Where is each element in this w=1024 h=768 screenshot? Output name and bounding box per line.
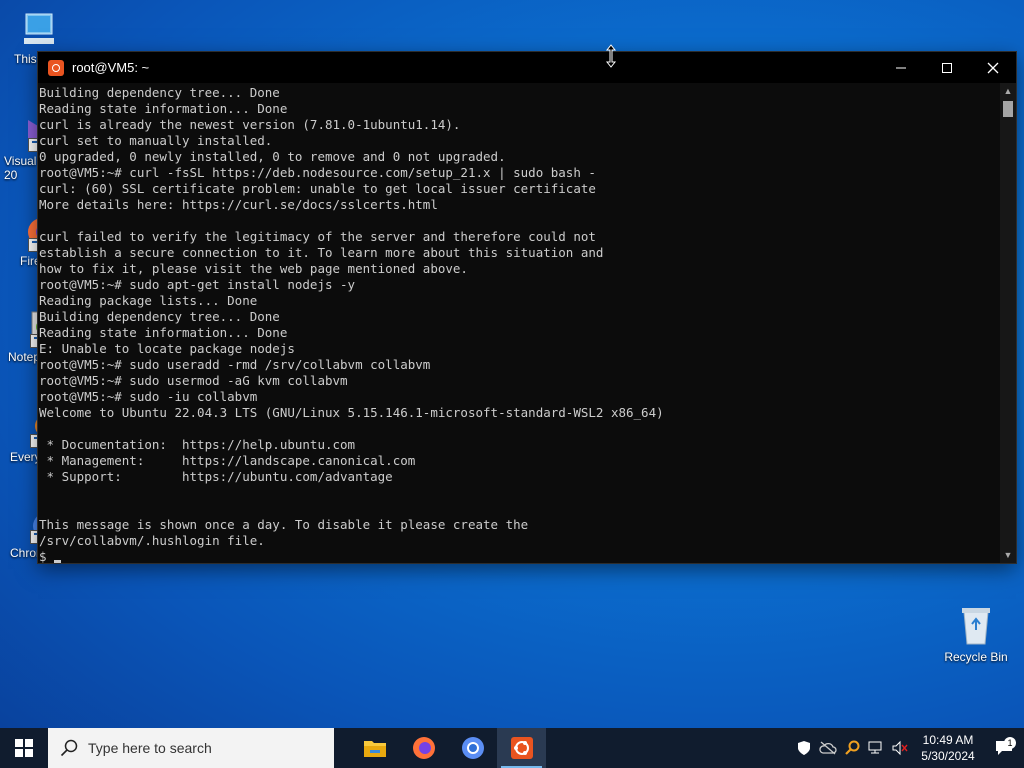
terminal-line: Reading package lists... Done xyxy=(39,293,258,308)
close-icon xyxy=(987,62,999,73)
terminal-line: root@VM5:~# sudo -iu collabvm xyxy=(39,389,258,404)
text-cursor xyxy=(54,560,62,563)
security-shield-icon[interactable] xyxy=(792,728,816,768)
minimize-icon xyxy=(896,67,906,68)
terminal-prompt-line[interactable]: $ xyxy=(39,549,1000,563)
terminal-line: curl: (60) SSL certificate problem: unab… xyxy=(39,181,596,196)
terminal-line: 0 upgraded, 0 newly installed, 0 to remo… xyxy=(39,149,506,164)
ubuntu-icon xyxy=(510,737,533,759)
terminal-line: Welcome to Ubuntu 22.04.3 LTS (GNU/Linux… xyxy=(39,405,664,420)
network-icon[interactable] xyxy=(864,728,888,768)
terminal-line: curl failed to verify the legitimacy of … xyxy=(39,229,596,244)
resize-cursor-icon xyxy=(605,44,617,68)
window-title: root@VM5: ~ xyxy=(72,60,150,75)
terminal-window[interactable]: root@VM5: ~ Building dependency tree... … xyxy=(38,52,1016,563)
terminal-output[interactable]: Building dependency tree... Done Reading… xyxy=(38,83,1000,563)
terminal-line: Reading state information... Done xyxy=(39,325,288,340)
scroll-up-icon[interactable]: ▲ xyxy=(1000,83,1016,99)
close-button[interactable] xyxy=(970,52,1016,83)
terminal-line: establish a secure connection to it. To … xyxy=(39,245,604,260)
cloud-offline-icon[interactable] xyxy=(816,728,840,768)
search-icon xyxy=(60,739,78,757)
notification-count-badge: 1 xyxy=(1004,737,1016,749)
terminal-line: Reading state information... Done xyxy=(39,101,288,116)
terminal-line: Building dependency tree... Done xyxy=(39,85,280,100)
scrollbar-thumb[interactable] xyxy=(1003,101,1013,117)
clock-date: 5/30/2024 xyxy=(921,749,975,763)
terminal-line: Building dependency tree... Done xyxy=(39,309,280,324)
desktop-icon-recycle-bin[interactable]: Recycle Bin xyxy=(940,602,1012,664)
vertical-scrollbar[interactable]: ▲ ▼ xyxy=(1000,83,1016,563)
terminal-line: * Management: https://landscape.canonica… xyxy=(39,453,416,468)
taskbar-clock[interactable]: 10:49 AM 5/30/2024 xyxy=(912,732,984,764)
ubuntu-icon xyxy=(48,59,64,76)
terminal-line: This message is shown once a day. To dis… xyxy=(39,517,529,532)
scroll-down-icon[interactable]: ▼ xyxy=(1000,547,1016,563)
terminal-line: root@VM5:~# curl -fsSL https://deb.nodes… xyxy=(39,165,596,180)
terminal-line: * Documentation: https://help.ubuntu.com xyxy=(39,437,356,452)
taskbar-firefox[interactable] xyxy=(399,728,448,768)
start-button[interactable] xyxy=(0,728,48,768)
minimize-button[interactable] xyxy=(878,52,924,83)
recycle-bin-label: Recycle Bin xyxy=(944,650,1008,664)
system-tray: 10:49 AM 5/30/2024 1 xyxy=(792,728,1024,768)
action-center-button[interactable]: 1 xyxy=(984,737,1024,756)
terminal-line: root@VM5:~# sudo apt-get install nodejs … xyxy=(39,277,356,292)
window-titlebar[interactable]: root@VM5: ~ xyxy=(38,52,1016,83)
maximize-icon xyxy=(942,62,952,73)
terminal-line: curl is already the newest version (7.81… xyxy=(39,117,461,132)
taskbar: Type here to search 10:49 AM 5/30/2024 1 xyxy=(0,728,1024,768)
terminal-line: root@VM5:~# sudo useradd -rmd /srv/colla… xyxy=(39,357,431,372)
taskbar-search-box[interactable]: Type here to search xyxy=(48,728,334,768)
terminal-line: curl set to manually installed. xyxy=(39,133,273,148)
maximize-button[interactable] xyxy=(924,52,970,83)
clock-time: 10:49 AM xyxy=(922,733,974,747)
windows-logo-icon xyxy=(15,739,33,757)
terminal-line: * Support: https://ubuntu.com/advantage xyxy=(39,469,393,484)
computer-icon xyxy=(18,10,58,50)
volume-muted-icon[interactable] xyxy=(888,728,912,768)
terminal-line: root@VM5:~# sudo usermod -aG kvm collabv… xyxy=(39,373,348,388)
search-everything-tray-icon[interactable] xyxy=(840,728,864,768)
recycle-bin-icon xyxy=(954,602,998,646)
search-placeholder: Type here to search xyxy=(88,740,212,756)
terminal-line: More details here: https://curl.se/docs/… xyxy=(39,197,438,212)
prompt-text: $ xyxy=(39,549,55,563)
taskbar-chromium[interactable] xyxy=(448,728,497,768)
terminal-line: how to fix it, please visit the web page… xyxy=(39,261,468,276)
chromium-icon xyxy=(461,737,484,759)
file-explorer-icon xyxy=(363,741,386,757)
terminal-line: /srv/collabvm/.hushlogin file. xyxy=(39,533,265,548)
taskbar-ubuntu-terminal[interactable] xyxy=(497,728,546,768)
taskbar-file-explorer[interactable] xyxy=(350,728,399,768)
terminal-line: E: Unable to locate package nodejs xyxy=(39,341,295,356)
firefox-icon xyxy=(412,737,435,759)
